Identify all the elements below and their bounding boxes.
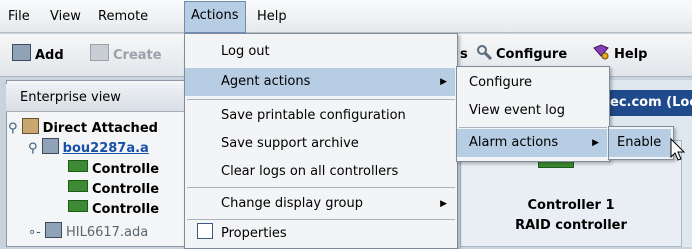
building-icon: [21, 118, 39, 134]
configure-button[interactable]: Configure: [476, 44, 567, 66]
toolbar-partial-text: s: [460, 47, 468, 62]
tree-node-controller[interactable]: Controlle: [68, 200, 159, 220]
server-icon: [44, 222, 62, 238]
tree-label: HIL6617.ada: [65, 225, 149, 240]
menu-item-alarm-actions[interactable]: Alarm actions ▶: [457, 129, 607, 157]
menu-item-save-printable-config[interactable]: Save printable configuration: [185, 102, 455, 130]
menu-item-clear-logs[interactable]: Clear logs on all controllers: [185, 158, 455, 186]
tree-node-direct-attached[interactable]: ⚲ Direct Attached: [8, 118, 158, 138]
menu-bar: File View Remote Actions Help: [0, 0, 692, 33]
configure-label: Configure: [496, 47, 568, 62]
menu-separator: [187, 187, 455, 188]
controller-card-icon: [68, 180, 88, 192]
agent-actions-submenu: Configure View event log Alarm actions ▶: [456, 66, 610, 162]
menu-item-label: Alarm actions: [469, 135, 559, 150]
menu-item-change-display-group[interactable]: Change display group ▶: [185, 190, 455, 218]
tree-label: bou2287a.a: [62, 141, 149, 156]
add-label: Add: [35, 48, 64, 63]
menu-item-label: Change display group: [221, 196, 363, 211]
menu-item-label: Properties: [221, 226, 287, 241]
controller-card-title: Controller 1: [527, 198, 615, 213]
wrench-icon: [476, 44, 493, 61]
collapse-toggle-icon[interactable]: ∘-: [28, 225, 41, 240]
tree-node-bou2287a[interactable]: ⚲ bou2287a.a: [28, 138, 149, 158]
controller-card-icon: [68, 200, 88, 212]
submenu-arrow-icon: ▶: [592, 138, 599, 148]
tree-label: Direct Attached: [42, 121, 158, 136]
submenu-arrow-icon: ▶: [440, 77, 447, 87]
menu-item-properties[interactable]: Properties: [185, 220, 455, 248]
menu-help[interactable]: Help: [251, 0, 293, 33]
menu-separator: [187, 99, 455, 100]
menu-item-log-out[interactable]: Log out: [185, 38, 455, 66]
menu-actions[interactable]: Actions: [184, 1, 246, 33]
controller-card-subtitle: RAID controller: [515, 218, 627, 233]
server-icon: [41, 138, 59, 154]
menu-file[interactable]: File: [2, 0, 36, 33]
menu-item-label: Agent actions: [221, 74, 311, 89]
create-button[interactable]: Create: [90, 44, 162, 66]
tree-label: Controlle: [92, 162, 160, 177]
menu-item-configure[interactable]: Configure: [457, 69, 607, 97]
properties-icon: [197, 223, 213, 239]
tree-node-controller[interactable]: Controlle: [68, 180, 159, 200]
menu-separator: [459, 127, 607, 128]
menu-item-enable[interactable]: Enable: [609, 129, 671, 157]
alarm-actions-submenu: Enable: [608, 126, 674, 160]
submenu-arrow-icon: ▶: [440, 199, 447, 209]
tree-node-controller[interactable]: Controlle: [68, 160, 159, 180]
actions-menu: Log out Agent actions ▶ Save printable c…: [184, 33, 458, 249]
expand-toggle-icon[interactable]: ⚲: [8, 121, 18, 136]
create-icon: [90, 44, 109, 61]
mouse-cursor-icon: [670, 138, 686, 161]
menu-view[interactable]: View: [44, 0, 87, 33]
help-book-icon: [592, 44, 610, 60]
server-add-icon: [12, 44, 31, 61]
domain-header: ec.com (Loc: [596, 90, 692, 116]
expand-toggle-icon[interactable]: ⚲: [28, 141, 38, 156]
tree-node-hil6617[interactable]: ∘- HIL6617.ada: [28, 222, 148, 242]
create-label: Create: [113, 48, 162, 63]
controller-card-icon: [68, 160, 88, 172]
tree-label: Controlle: [92, 202, 160, 217]
tree-label: Controlle: [92, 182, 160, 197]
menu-item-view-event-log[interactable]: View event log: [457, 97, 607, 125]
menu-remote[interactable]: Remote: [92, 0, 154, 33]
menu-item-agent-actions[interactable]: Agent actions ▶: [185, 68, 455, 96]
add-button[interactable]: Add: [12, 44, 64, 66]
menu-item-save-support-archive[interactable]: Save support archive: [185, 130, 455, 158]
help-label: Help: [614, 47, 648, 62]
help-button[interactable]: Help: [592, 44, 647, 66]
